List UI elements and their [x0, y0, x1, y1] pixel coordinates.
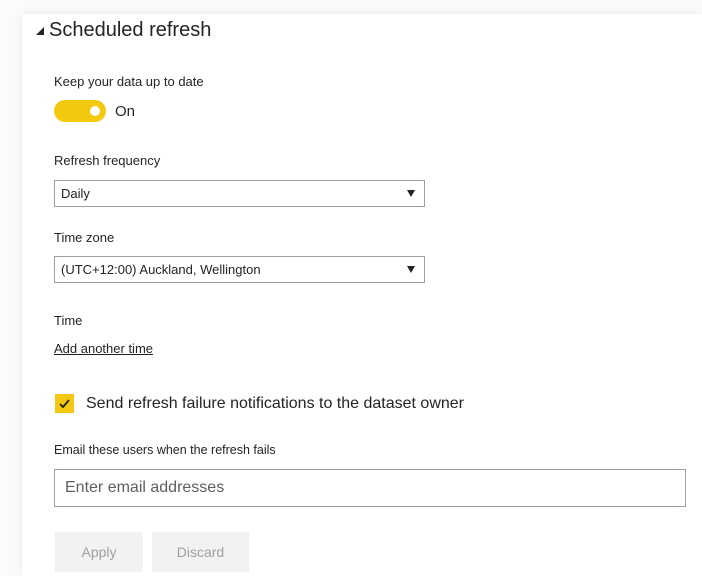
refresh-frequency-value: Daily	[61, 186, 90, 201]
time-zone-select[interactable]: (UTC+12:00) Auckland, Wellington	[54, 256, 425, 283]
triangle-collapse-icon[interactable]	[33, 24, 47, 38]
email-addresses-input[interactable]	[54, 469, 686, 507]
add-another-time-link[interactable]: Add another time	[54, 341, 153, 356]
notification-checkbox-row: Send refresh failure notifications to th…	[55, 394, 464, 413]
section-title: Scheduled refresh	[49, 19, 212, 41]
time-zone-label: Time zone	[54, 230, 115, 245]
dropdown-caret-icon	[407, 190, 415, 197]
refresh-frequency-label: Refresh frequency	[54, 153, 161, 168]
time-zone-value: (UTC+12:00) Auckland, Wellington	[61, 262, 261, 277]
keep-up-to-date-toggle-row: On	[54, 100, 135, 122]
discard-button[interactable]: Discard	[152, 532, 249, 572]
scheduled-refresh-header[interactable]: Scheduled refresh	[33, 19, 211, 42]
toggle-knob	[90, 106, 100, 116]
keep-up-to-date-label: Keep your data up to date	[54, 74, 204, 89]
checkmark-icon	[59, 399, 70, 409]
toggle-state-label: On	[115, 102, 136, 120]
dropdown-caret-icon	[407, 266, 415, 273]
keep-up-to-date-toggle[interactable]	[54, 100, 106, 122]
notify-owner-checkbox[interactable]	[55, 394, 74, 413]
apply-button[interactable]: Apply	[55, 532, 143, 572]
email-users-label: Email these users when the refresh fails	[54, 443, 276, 457]
time-label: Time	[54, 313, 83, 328]
notify-owner-label: Send refresh failure notifications to th…	[86, 394, 464, 412]
refresh-frequency-select[interactable]: Daily	[54, 180, 425, 207]
